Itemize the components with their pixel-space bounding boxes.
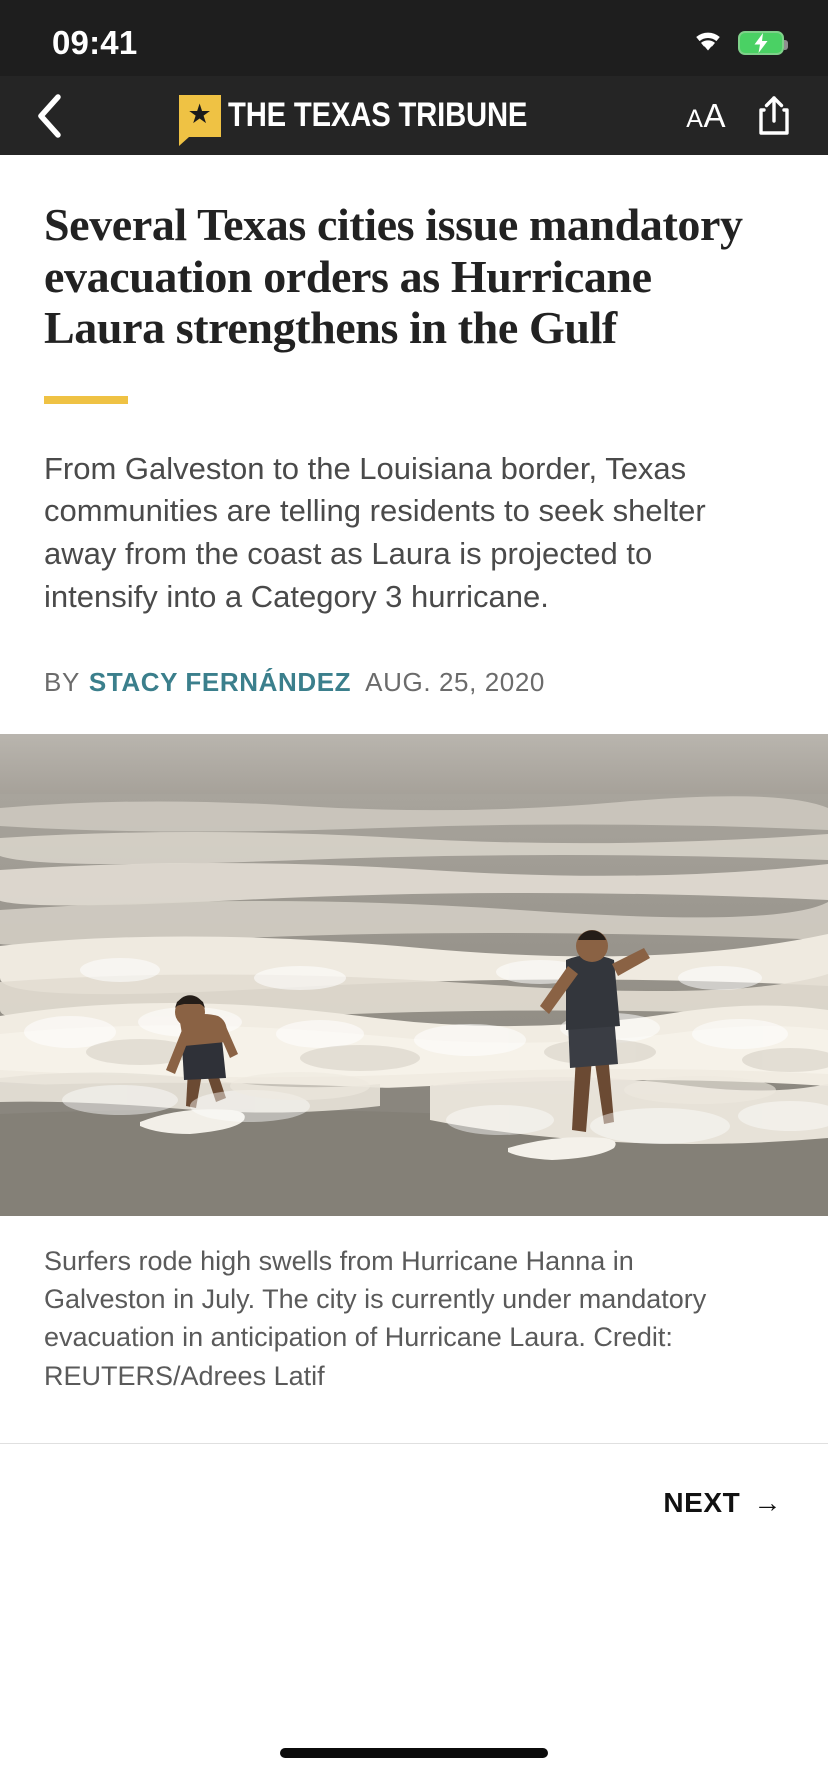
- back-button[interactable]: [22, 86, 76, 146]
- logo-wordmark: THE TEXAS TRIBUNE: [227, 96, 527, 134]
- status-bar: 09:41: [0, 0, 828, 76]
- surfers-photo-illustration: [0, 733, 828, 1216]
- home-indicator-area: [0, 1730, 828, 1792]
- arrow-right-icon: →: [753, 1486, 782, 1518]
- back-chevron-icon: [38, 93, 61, 138]
- article-hero-image: [0, 733, 828, 1216]
- byline-author-link[interactable]: STACY FERNÁNDEZ: [89, 667, 351, 698]
- nav-actions: AA: [686, 91, 796, 141]
- byline: BY STACY FERNÁNDEZ AUG. 25, 2020: [0, 619, 828, 734]
- byline-by-label: BY: [44, 666, 80, 697]
- text-size-small-a: A: [686, 104, 704, 133]
- next-button-label: NEXT: [663, 1486, 741, 1518]
- share-button[interactable]: [752, 91, 796, 141]
- text-size-button[interactable]: AA: [686, 97, 726, 135]
- battery-charging-icon: [738, 31, 788, 55]
- yellow-divider: [44, 395, 128, 404]
- home-indicator[interactable]: [280, 1748, 548, 1758]
- status-time: 09:41: [52, 24, 138, 61]
- image-caption: Surfers rode high swells from Hurricane …: [44, 1245, 707, 1391]
- site-logo[interactable]: ★ THE TEXAS TRIBUNE: [72, 94, 682, 146]
- share-icon: [759, 95, 789, 135]
- article-deck: From Galveston to the Louisiana border, …: [44, 450, 706, 614]
- byline-date: AUG. 25, 2020: [365, 666, 545, 697]
- article-screen: 09:41 ★ THE TEXAS TRIBUNE A A Several Te…: [0, 0, 828, 1792]
- status-indicators: [692, 19, 788, 58]
- star-glyph: ★: [187, 99, 212, 129]
- next-button[interactable]: NEXT →: [663, 1487, 782, 1519]
- article-body: Several Texas cities issue mandatory eva…: [0, 155, 828, 1425]
- text-size-large-a: A: [703, 96, 726, 134]
- page-title: Several Texas cities issue mandatory eva…: [44, 199, 743, 354]
- footer-nav: NEXT →: [0, 1443, 828, 1562]
- wifi-icon: [692, 29, 724, 58]
- star-badge-icon: ★: [178, 94, 221, 146]
- navigation-bar: ★ THE TEXAS TRIBUNE AA: [0, 76, 828, 155]
